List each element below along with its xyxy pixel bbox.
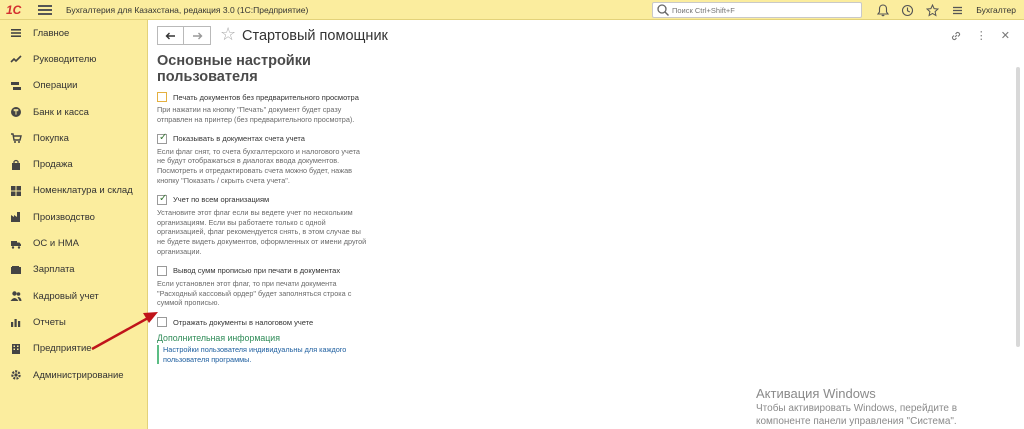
- sidebar-item-label: Продажа: [33, 159, 73, 171]
- arrow-left-icon: [165, 32, 175, 39]
- back-button[interactable]: [157, 26, 184, 45]
- watermark-title: Активация Windows: [756, 386, 876, 401]
- scrollbar[interactable]: [1016, 67, 1022, 347]
- sidebar-item-label: Предприятие: [33, 343, 92, 355]
- watermark-line: компоненте панели управления "Система".: [756, 416, 957, 427]
- sidebar-item-label: Покупка: [33, 132, 69, 144]
- bar-chart-icon: [9, 315, 23, 329]
- option-label: Вывод сумм прописью при печати в докумен…: [173, 266, 341, 276]
- sidebar-item-reports[interactable]: Отчеты: [0, 309, 147, 335]
- option-print-without-preview[interactable]: Печать документов без предварительного п…: [157, 91, 397, 103]
- truck-icon: [9, 237, 23, 251]
- sidebar-item-main[interactable]: Главное: [0, 20, 147, 46]
- checkmark-icon: ✓: [159, 192, 168, 204]
- bank-icon: ₸: [9, 105, 23, 119]
- history-icon[interactable]: [901, 4, 914, 17]
- bag-icon: [9, 158, 23, 172]
- user-name[interactable]: Бухгалтер: [976, 5, 1016, 15]
- option-amounts-in-words[interactable]: Вывод сумм прописью при печати в докумен…: [157, 265, 397, 277]
- sidebar-item-label: Отчеты: [33, 316, 66, 328]
- sidebar-item-label: Главное: [33, 27, 70, 39]
- option-description: Если установлен этот флаг, то при печати…: [157, 278, 352, 308]
- checkbox[interactable]: ✓: [157, 192, 168, 205]
- option-label: Отражать документы в налоговом учете: [173, 317, 314, 327]
- checkmark-icon: ✓: [159, 131, 168, 143]
- link-icon[interactable]: [950, 30, 962, 42]
- checkbox[interactable]: [157, 265, 167, 276]
- wallet-icon: [9, 263, 23, 277]
- section-heading: Основные настройки пользователя: [157, 53, 311, 85]
- option-label: Показывать в документах счета учета: [173, 134, 305, 144]
- sidebar-item-operations[interactable]: Операции: [0, 73, 147, 99]
- checkbox[interactable]: ✓: [157, 131, 168, 144]
- option-description: Если флаг снят, то счета бухгалтерского …: [157, 146, 360, 185]
- arrow-right-icon: [192, 32, 202, 39]
- operations-icon: [9, 79, 23, 93]
- menu-lines-icon[interactable]: [951, 4, 964, 17]
- sidebar-item-label: Номенклатура и склад: [33, 185, 133, 197]
- windows-activation-watermark: Активация Windows Чтобы активировать Win…: [756, 386, 1024, 429]
- option-show-accounts[interactable]: ✓ Показывать в документах счета учета: [157, 131, 397, 145]
- sidebar-item-production[interactable]: Производство: [0, 204, 147, 230]
- close-icon[interactable]: ✕: [1001, 29, 1010, 42]
- building-icon: [9, 342, 23, 356]
- option-description: Установите этот флаг если вы ведете учет…: [157, 207, 367, 256]
- sidebar-item-administration[interactable]: Администрирование: [0, 362, 147, 388]
- option-all-organizations[interactable]: ✓ Учет по всем организациям: [157, 192, 397, 206]
- grid-icon: [9, 184, 23, 198]
- people-icon: [9, 289, 23, 303]
- bell-icon[interactable]: [877, 3, 890, 17]
- sidebar-item-purchase[interactable]: Покупка: [0, 125, 147, 151]
- sidebar-item-sales[interactable]: Продажа: [0, 151, 147, 177]
- gear-icon: [9, 368, 23, 382]
- sidebar-item-enterprise[interactable]: Предприятие: [0, 336, 147, 362]
- more-info-link[interactable]: Дополнительная информация: [157, 333, 397, 343]
- app-logo: 1С: [6, 2, 22, 17]
- option-label: Учет по всем организациям: [173, 195, 270, 205]
- sidebar-item-salary[interactable]: Зарплата: [0, 257, 147, 283]
- cart-icon: [9, 131, 23, 145]
- checkbox[interactable]: [157, 317, 167, 328]
- form-title: Стартовый помощник: [242, 28, 388, 44]
- favorite-star-icon[interactable]: ☆: [220, 24, 236, 45]
- menu-icon: [9, 26, 23, 40]
- settings-form: Основные настройки пользователя Печать д…: [157, 53, 397, 365]
- sidebar-item-label: Производство: [33, 211, 95, 223]
- main-menu-icon[interactable]: [38, 4, 52, 15]
- option-label: Печать документов без предварительного п…: [173, 92, 359, 102]
- more-options-icon[interactable]: ⋮: [976, 29, 987, 42]
- search-icon: [657, 4, 669, 16]
- sidebar: Главное Руководителю Операции ₸ Банк и к…: [0, 20, 148, 429]
- top-bar: 1С Бухгалтерия для Казахстана, редакция …: [0, 0, 1024, 20]
- favorites-star-icon[interactable]: [926, 3, 940, 17]
- option-description: При нажатии на кнопку "Печать" документ …: [157, 105, 355, 124]
- forward-button[interactable]: [184, 26, 211, 45]
- app-title: Бухгалтерия для Казахстана, редакция 3.0…: [66, 4, 309, 15]
- option-tax-accounting[interactable]: Отражать документы в налоговом учете: [157, 316, 397, 328]
- sidebar-item-manager[interactable]: Руководителю: [0, 46, 147, 72]
- watermark-line: Чтобы активировать Windows, перейдите в: [756, 403, 958, 414]
- history-nav: [157, 26, 211, 45]
- main-area: ☆ Стартовый помощник ⋮ ✕ Основные настро…: [148, 20, 1024, 429]
- sidebar-item-label: Операции: [33, 80, 78, 92]
- sidebar-item-label: ОС и НМА: [33, 238, 79, 250]
- trend-icon: [9, 52, 23, 66]
- sidebar-item-label: Банк и касса: [33, 106, 89, 118]
- sidebar-item-label: Руководителю: [33, 53, 97, 65]
- sidebar-item-fixed-assets[interactable]: ОС и НМА: [0, 230, 147, 256]
- svg-text:₸: ₸: [13, 109, 19, 117]
- checkbox[interactable]: [157, 92, 167, 102]
- sidebar-item-bank[interactable]: ₸ Банк и касса: [0, 99, 147, 125]
- sidebar-item-hr[interactable]: Кадровый учет: [0, 283, 147, 309]
- more-info-text: Настройки пользователя индивидуальны для…: [157, 345, 397, 365]
- sidebar-item-label: Кадровый учет: [33, 290, 99, 302]
- search-box[interactable]: [652, 2, 862, 18]
- sidebar-item-label: Администрирование: [33, 369, 124, 381]
- sidebar-item-label: Зарплата: [33, 264, 75, 276]
- factory-icon: [9, 210, 23, 224]
- sidebar-item-nomenclature[interactable]: Номенклатура и склад: [0, 178, 147, 204]
- search-input[interactable]: [672, 5, 852, 15]
